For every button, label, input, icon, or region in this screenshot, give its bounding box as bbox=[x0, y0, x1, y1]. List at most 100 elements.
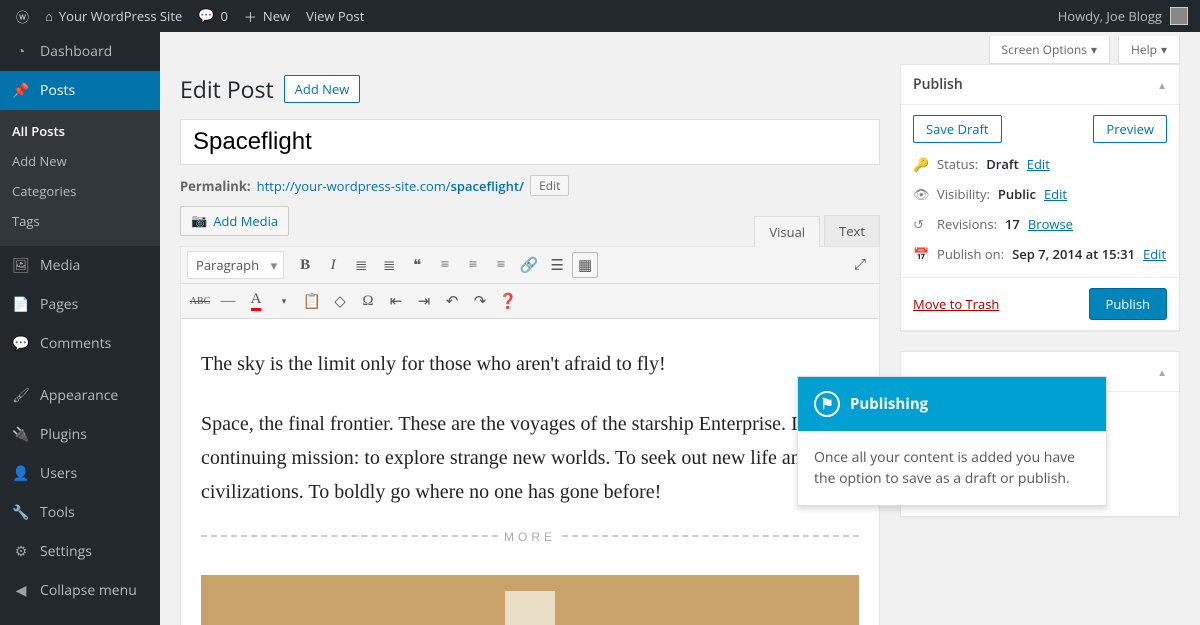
edit-permalink-button[interactable]: Edit bbox=[530, 175, 569, 196]
editor-toolbar-1: Paragraph B I ≣ ≣ ❝ ≡ ≡ ≡ 🔗 ☰ ▦ ⤢ bbox=[181, 247, 879, 284]
permalink-label: Permalink: bbox=[180, 177, 251, 195]
chevron-up-icon[interactable]: ▲ bbox=[1157, 365, 1167, 379]
wp-logo[interactable]: ⓦ bbox=[8, 0, 37, 32]
align-left-button[interactable]: ≡ bbox=[432, 252, 458, 278]
format-select[interactable]: Paragraph bbox=[187, 251, 284, 279]
tab-visual[interactable]: Visual bbox=[754, 216, 820, 247]
toolbar-toggle-button[interactable]: ▦ bbox=[572, 252, 598, 278]
new-content-link[interactable]: ＋New bbox=[236, 0, 298, 32]
comment-icon: 💬 bbox=[198, 8, 214, 24]
wrench-icon: 🔧 bbox=[12, 503, 30, 522]
avatar[interactable] bbox=[1170, 7, 1188, 25]
chevron-up-icon[interactable]: ▲ bbox=[1157, 78, 1167, 92]
menu-media[interactable]: 🖼Media bbox=[0, 246, 160, 285]
outdent-button[interactable]: ⇤ bbox=[383, 288, 409, 314]
site-name-link[interactable]: ⌂Your WordPress Site bbox=[37, 0, 190, 32]
strikethrough-button[interactable]: ABC bbox=[187, 288, 213, 314]
add-media-button[interactable]: 📷Add Media bbox=[180, 206, 289, 236]
admin-sidebar: ◔Dashboard 📌Posts All Posts Add New Cate… bbox=[0, 32, 160, 625]
content-p2: Space, the final frontier. These are the… bbox=[201, 407, 859, 509]
submenu-all-posts[interactable]: All Posts bbox=[0, 116, 160, 146]
screen-options-button[interactable]: Screen Options▾ bbox=[989, 36, 1111, 64]
save-draft-button[interactable]: Save Draft bbox=[913, 115, 1002, 143]
content-image[interactable] bbox=[201, 575, 859, 625]
redo-button[interactable]: ↷ bbox=[467, 288, 493, 314]
publish-box-title[interactable]: Publish▲ bbox=[901, 65, 1179, 105]
edit-schedule-link[interactable]: Edit bbox=[1143, 245, 1166, 263]
align-center-button[interactable]: ≡ bbox=[460, 252, 486, 278]
editor-toolbar-2: ABC — A ▾ 📋 ◇ Ω ⇤ ⇥ ↶ ↷ ❓ bbox=[181, 284, 879, 319]
media-icon: 🖼 bbox=[12, 256, 30, 275]
publish-button[interactable]: Publish bbox=[1089, 288, 1167, 320]
more-tag: MORE bbox=[201, 535, 859, 557]
flag-icon: ⚑ bbox=[814, 391, 840, 417]
site-name: Your WordPress Site bbox=[59, 7, 182, 25]
paste-button[interactable]: 📋 bbox=[299, 288, 325, 314]
help-button[interactable]: Help▾ bbox=[1118, 36, 1180, 64]
howdy-text[interactable]: Howdy, Joe Blogg bbox=[1058, 7, 1162, 25]
menu-appearance[interactable]: 🖌Appearance bbox=[0, 376, 160, 415]
permalink-row: Permalink: http://your-wordpress-site.co… bbox=[180, 165, 880, 206]
add-new-button[interactable]: Add New bbox=[284, 75, 361, 103]
collapse-menu[interactable]: ◀Collapse menu bbox=[0, 571, 160, 610]
ol-button[interactable]: ≣ bbox=[376, 252, 402, 278]
align-right-button[interactable]: ≡ bbox=[488, 252, 514, 278]
textcolor-picker[interactable]: ▾ bbox=[271, 288, 297, 314]
help-icon-button[interactable]: ❓ bbox=[495, 288, 521, 314]
submenu-categories[interactable]: Categories bbox=[0, 176, 160, 206]
menu-comments[interactable]: 💬Comments bbox=[0, 324, 160, 363]
edit-status-link[interactable]: Edit bbox=[1027, 155, 1050, 173]
tooltip-body: Once all your content is added you have … bbox=[798, 431, 1106, 505]
menu-settings[interactable]: ⚙Settings bbox=[0, 532, 160, 571]
more-button[interactable]: ☰ bbox=[544, 252, 570, 278]
chevron-down-icon: ▾ bbox=[1161, 43, 1167, 57]
ul-button[interactable]: ≣ bbox=[348, 252, 374, 278]
tooltip-title: ⚑Publishing bbox=[798, 377, 1106, 431]
pages-icon: 📄 bbox=[12, 295, 30, 314]
quote-button[interactable]: ❝ bbox=[404, 252, 430, 278]
browse-revisions-link[interactable]: Browse bbox=[1028, 215, 1073, 233]
menu-tools[interactable]: 🔧Tools bbox=[0, 493, 160, 532]
camera-icon: 📷 bbox=[191, 213, 207, 229]
comments-link[interactable]: 💬0 bbox=[190, 0, 236, 32]
page-heading: Edit Post Add New bbox=[180, 64, 880, 119]
submenu-tags[interactable]: Tags bbox=[0, 206, 160, 236]
comments-count: 0 bbox=[220, 7, 227, 25]
admin-toolbar: ⓦ ⌂Your WordPress Site 💬0 ＋New View Post… bbox=[0, 0, 1200, 32]
bold-button[interactable]: B bbox=[292, 252, 318, 278]
link-button[interactable]: 🔗 bbox=[516, 252, 542, 278]
posts-submenu: All Posts Add New Categories Tags bbox=[0, 110, 160, 246]
move-to-trash-link[interactable]: Move to Trash bbox=[913, 295, 999, 313]
key-icon: 🔑 bbox=[913, 155, 929, 173]
view-post-link[interactable]: View Post bbox=[298, 0, 372, 32]
menu-plugins[interactable]: 🔌Plugins bbox=[0, 415, 160, 454]
calendar-icon: 📅 bbox=[913, 245, 929, 263]
post-title-input[interactable] bbox=[180, 119, 880, 165]
menu-pages[interactable]: 📄Pages bbox=[0, 285, 160, 324]
sliders-icon: ⚙ bbox=[12, 542, 30, 561]
plus-icon: ＋ bbox=[244, 7, 257, 26]
tab-text[interactable]: Text bbox=[824, 215, 880, 246]
menu-users[interactable]: 👤Users bbox=[0, 454, 160, 493]
fullscreen-button[interactable]: ⤢ bbox=[847, 252, 873, 278]
hr-button[interactable]: — bbox=[215, 288, 241, 314]
undo-button[interactable]: ↶ bbox=[439, 288, 465, 314]
submenu-add-new[interactable]: Add New bbox=[0, 146, 160, 176]
eye-icon: 👁 bbox=[913, 185, 929, 203]
clear-format-button[interactable]: ◇ bbox=[327, 288, 353, 314]
publish-box: Publish▲ Save Draft Preview 🔑Status: Dra… bbox=[900, 64, 1180, 331]
editor-content[interactable]: The sky is the limit only for those who … bbox=[181, 319, 879, 625]
indent-button[interactable]: ⇥ bbox=[411, 288, 437, 314]
permalink-link[interactable]: http://your-wordpress-site.com/spaceflig… bbox=[257, 177, 524, 195]
special-char-button[interactable]: Ω bbox=[355, 288, 381, 314]
italic-button[interactable]: I bbox=[320, 252, 346, 278]
user-icon: 👤 bbox=[12, 464, 30, 483]
menu-posts[interactable]: 📌Posts bbox=[0, 71, 160, 110]
content-p1: The sky is the limit only for those who … bbox=[201, 347, 859, 381]
edit-visibility-link[interactable]: Edit bbox=[1044, 185, 1067, 203]
chevron-down-icon: ▾ bbox=[1091, 43, 1097, 57]
textcolor-button[interactable]: A bbox=[243, 288, 269, 314]
brush-icon: 🖌 bbox=[12, 386, 30, 405]
menu-dashboard[interactable]: ◔Dashboard bbox=[0, 32, 160, 71]
preview-button[interactable]: Preview bbox=[1093, 115, 1167, 143]
